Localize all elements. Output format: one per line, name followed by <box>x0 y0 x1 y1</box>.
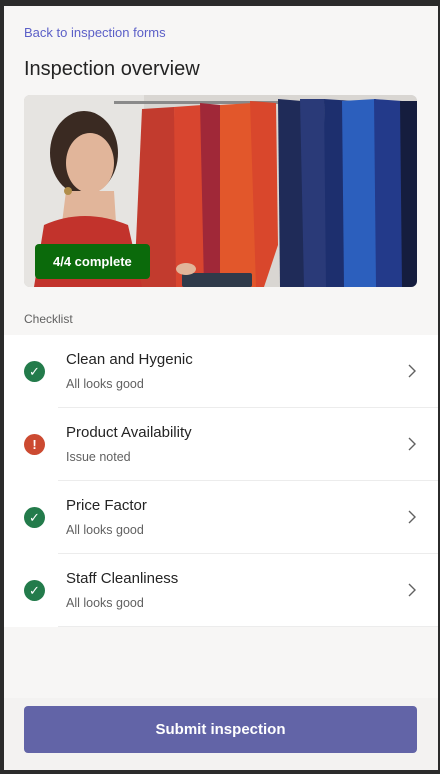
hero-image: 4/4 complete <box>24 95 417 287</box>
checklist-item-price-factor[interactable]: ✓ Price Factor All looks good <box>4 481 438 554</box>
alert-circle-icon: ! <box>24 434 45 455</box>
completion-badge: 4/4 complete <box>35 244 150 279</box>
footer: Submit inspection <box>4 698 438 770</box>
back-to-forms-link[interactable]: Back to inspection forms <box>24 25 166 40</box>
chevron-right-icon <box>408 437 416 451</box>
item-status-text: Issue noted <box>66 450 131 464</box>
checklist-label: Checklist <box>24 312 73 326</box>
checklist-item-clean-and-hygenic[interactable]: ✓ Clean and Hygenic All looks good <box>4 335 438 408</box>
chevron-right-icon <box>408 583 416 597</box>
item-status-text: All looks good <box>66 377 144 391</box>
chevron-right-icon <box>408 510 416 524</box>
item-title: Clean and Hygenic <box>66 351 193 368</box>
item-status-text: All looks good <box>66 523 144 537</box>
item-status-text: All looks good <box>66 596 144 610</box>
submit-inspection-button[interactable]: Submit inspection <box>24 706 417 753</box>
page-title: Inspection overview <box>24 58 200 80</box>
checklist-item-staff-cleanliness[interactable]: ✓ Staff Cleanliness All looks good <box>4 554 438 627</box>
item-title: Product Availability <box>66 424 192 441</box>
item-title: Staff Cleanliness <box>66 570 179 587</box>
item-title: Price Factor <box>66 497 147 514</box>
check-circle-icon: ✓ <box>24 361 45 382</box>
chevron-right-icon <box>408 364 416 378</box>
app-frame: Back to inspection forms Inspection over… <box>4 6 438 770</box>
checklist: ✓ Clean and Hygenic All looks good ! Pro… <box>4 335 438 627</box>
check-circle-icon: ✓ <box>24 580 45 601</box>
divider <box>58 626 438 627</box>
checklist-item-product-availability[interactable]: ! Product Availability Issue noted <box>4 408 438 481</box>
check-circle-icon: ✓ <box>24 507 45 528</box>
